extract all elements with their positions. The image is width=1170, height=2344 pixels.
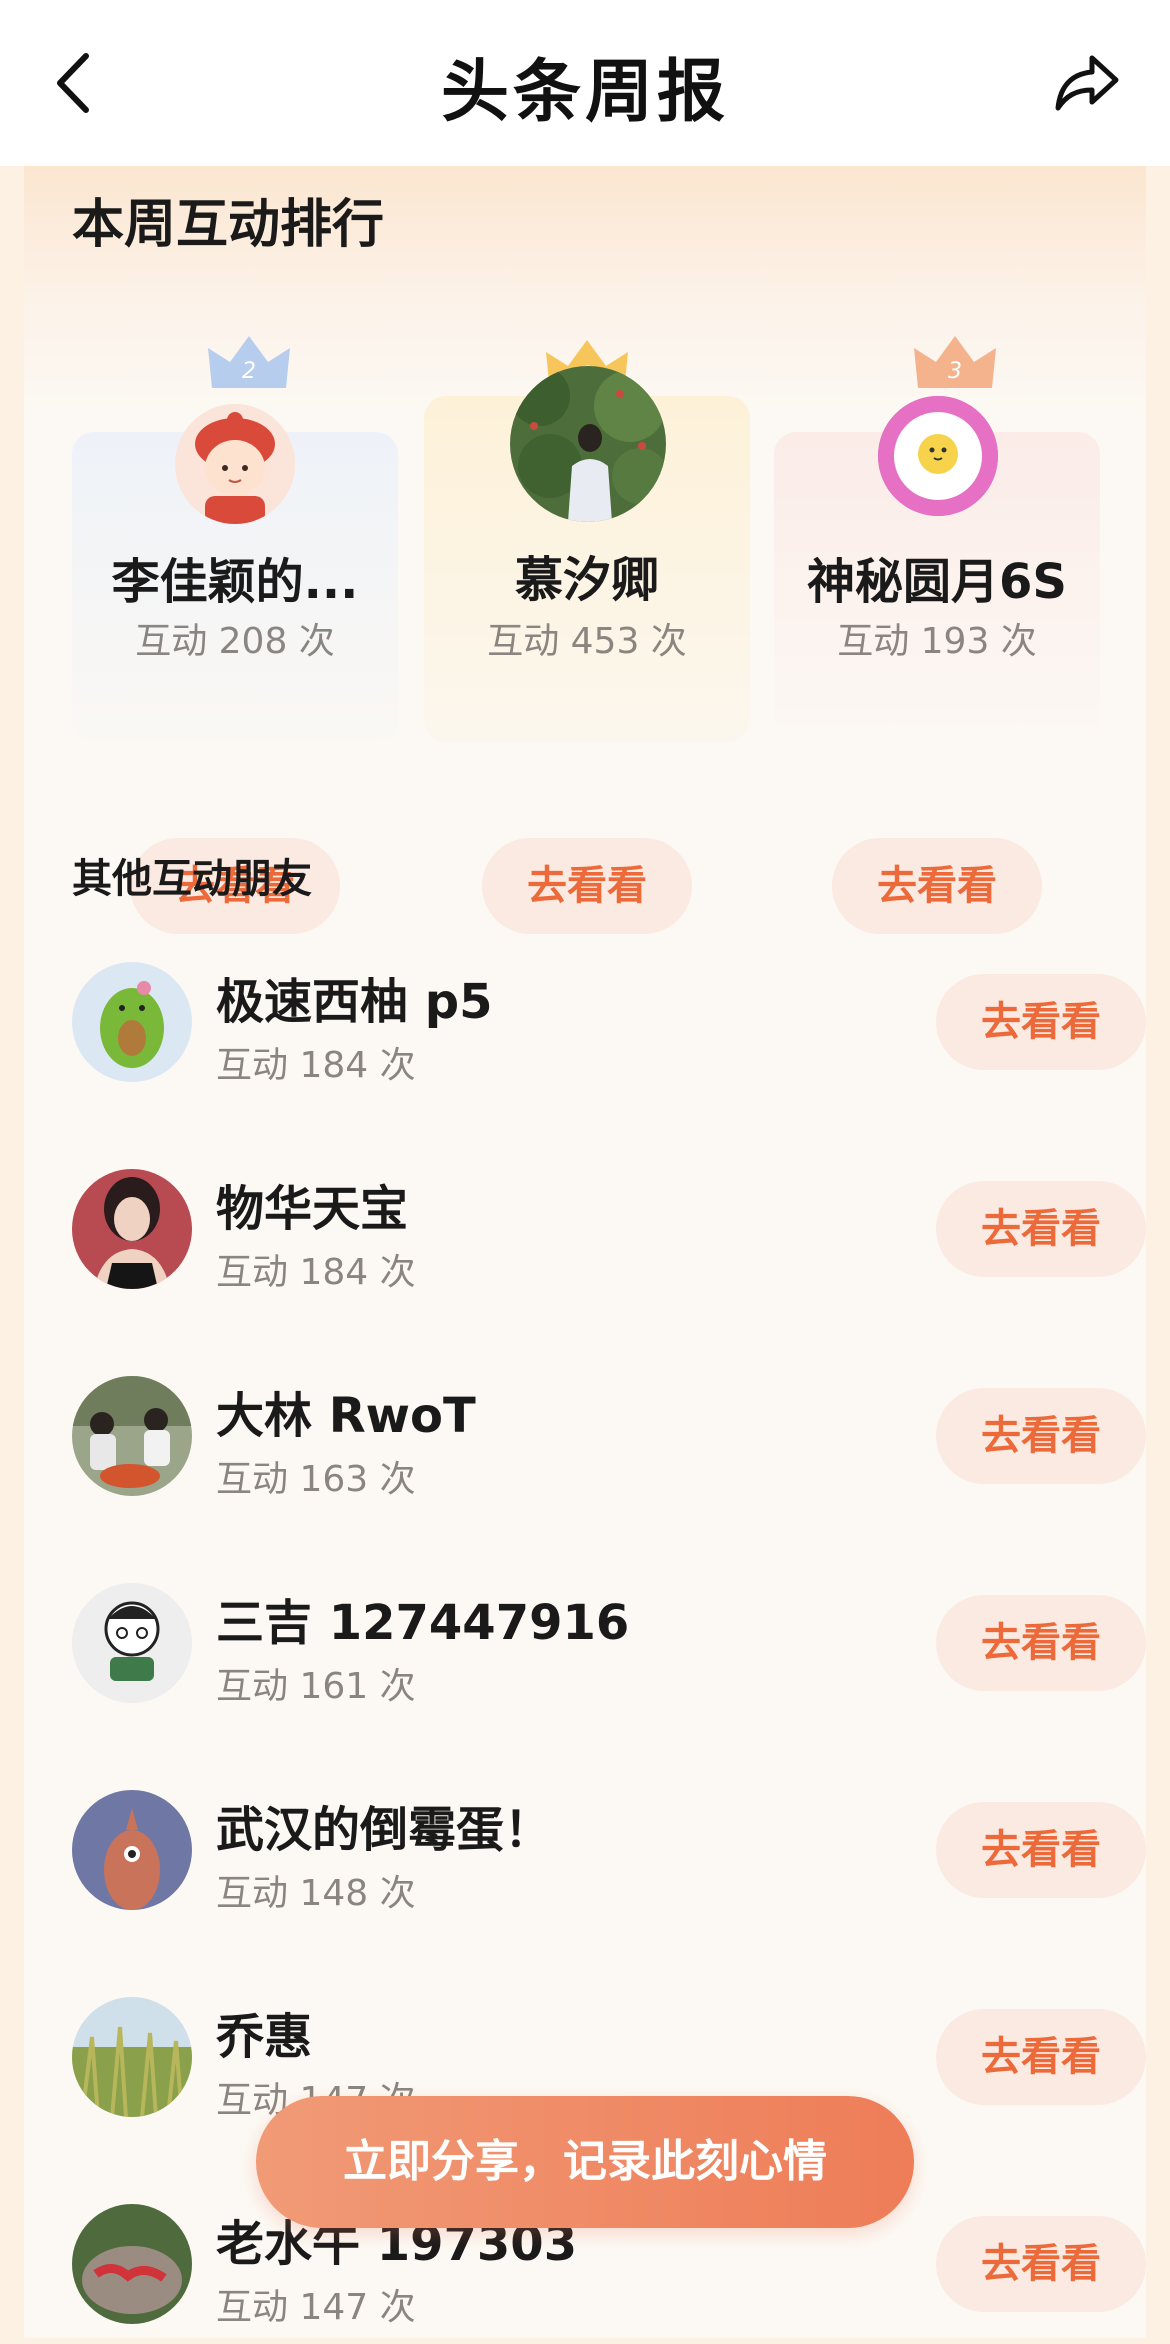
avatar[interactable] — [72, 1376, 192, 1496]
svg-text:2: 2 — [242, 359, 256, 384]
avatar-photo-grass — [72, 1997, 192, 2117]
podium-rank-2: 2 李佳颖的... 互动 208 次 去看看 — [72, 336, 398, 934]
share-arrow-icon[interactable] — [1052, 50, 1122, 116]
friend-name: 武汉的倒霉蛋！ — [216, 1802, 553, 1858]
weekly-report-card: 本周互动排行 2 李佳颖的... 互动 208 次 去看看 1 — [24, 166, 1146, 2338]
view-button[interactable]: 去看看 — [936, 1595, 1146, 1691]
avatar-cartoon-sketch — [72, 1583, 192, 1703]
avatar[interactable] — [72, 2204, 192, 2324]
interaction-count: 互动 147 次 — [216, 2287, 416, 2328]
list-item: 三吉 127447916 互动 161 次 去看看 — [72, 1583, 1146, 1723]
view-button[interactable]: 去看看 — [936, 2216, 1146, 2312]
avatar-photo-orchard — [510, 366, 666, 522]
view-button[interactable]: 去看看 — [936, 2009, 1146, 2105]
interaction-count: 互动 163 次 — [216, 1459, 416, 1500]
podium-name: 神秘圆月6S — [807, 554, 1067, 610]
podium-count: 互动 453 次 — [487, 621, 687, 662]
share-now-button[interactable]: 立即分享，记录此刻心情 — [256, 2096, 914, 2228]
avatar[interactable] — [72, 1790, 192, 1910]
avatar[interactable] — [72, 1583, 192, 1703]
others-title: 其他互动朋友 — [72, 856, 312, 902]
view-button[interactable]: 去看看 — [936, 1388, 1146, 1484]
list-item: 大林 RwoT 互动 163 次 去看看 — [72, 1376, 1146, 1516]
silver-crown-icon: 2 — [208, 336, 290, 388]
friend-name: 三吉 127447916 — [216, 1595, 630, 1651]
podium-name: 慕汐卿 — [514, 552, 659, 608]
bronze-crown-icon: 3 — [914, 336, 996, 388]
avatar[interactable] — [72, 1169, 192, 1289]
view-button[interactable]: 去看看 — [936, 974, 1146, 1070]
avatar[interactable] — [510, 366, 666, 522]
interaction-count: 互动 184 次 — [216, 1252, 416, 1293]
list-item: 武汉的倒霉蛋！ 互动 148 次 去看看 — [72, 1790, 1146, 1930]
interaction-count: 互动 184 次 — [216, 1045, 416, 1086]
avatar[interactable] — [72, 1997, 192, 2117]
interaction-count: 互动 148 次 — [216, 1873, 416, 1914]
avatar-girl-illustration — [175, 404, 295, 524]
avatar-avocado — [72, 962, 192, 1082]
ranking-title: 本周互动排行 — [72, 195, 385, 255]
podium-name: 李佳颖的... — [111, 554, 359, 610]
avatar[interactable] — [878, 396, 998, 516]
list-item: 极速西柚 p5 互动 184 次 去看看 — [72, 962, 1146, 1102]
avatar-photo-rock — [72, 2204, 192, 2324]
friend-name: 乔惠 — [216, 2009, 313, 2065]
list-item: 物华天宝 互动 184 次 去看看 — [72, 1169, 1146, 1309]
podium-rank-3: 3 神秘圆月6S 互动 193 次 去看看 — [774, 336, 1100, 934]
view-button[interactable]: 去看看 — [482, 838, 692, 934]
avatar-photo-dinner — [72, 1376, 192, 1496]
top-nav-bar: 头条周报 — [0, 0, 1170, 166]
friend-name: 极速西柚 p5 — [216, 974, 493, 1030]
svg-text:3: 3 — [948, 359, 962, 384]
avatar[interactable] — [72, 962, 192, 1082]
view-button[interactable]: 去看看 — [832, 838, 1042, 934]
avatar-portrait-woman — [72, 1169, 192, 1289]
avatar-fried-egg — [878, 396, 998, 516]
view-button[interactable]: 去看看 — [936, 1802, 1146, 1898]
avatar[interactable] — [175, 404, 295, 524]
podium-count: 互动 208 次 — [135, 621, 335, 662]
avatar-creature — [72, 1790, 192, 1910]
friend-name: 物华天宝 — [216, 1181, 409, 1237]
page-title: 头条周报 — [440, 53, 729, 132]
view-button[interactable]: 去看看 — [936, 1181, 1146, 1277]
podium-rank-1: 1 慕汐卿 互动 453 次 去看看 — [424, 340, 750, 934]
podium-count: 互动 193 次 — [837, 621, 1037, 662]
friend-name: 大林 RwoT — [216, 1388, 476, 1444]
interaction-count: 互动 161 次 — [216, 1666, 416, 1707]
